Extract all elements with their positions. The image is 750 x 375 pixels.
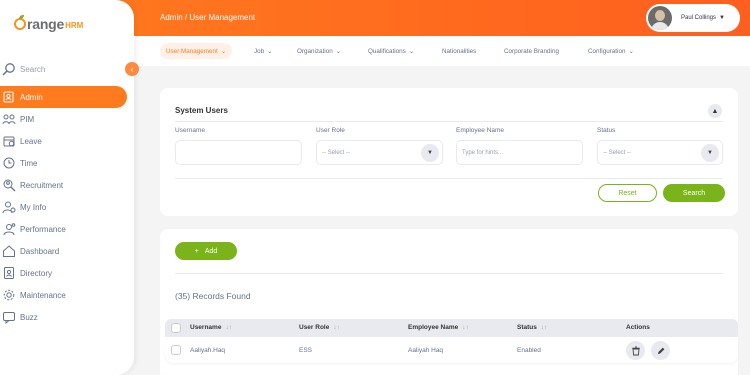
- pim-icon: [2, 114, 16, 125]
- divider: [175, 273, 723, 274]
- sidebar-item-buzz[interactable]: Buzz: [0, 306, 134, 328]
- leave-icon: [3, 136, 15, 147]
- user-role-label: User Role: [316, 127, 345, 134]
- my-info-icon: [2, 201, 16, 214]
- user-name: Paul Collings: [681, 15, 717, 21]
- cell-status: Enabled: [517, 347, 541, 354]
- records-count: (35) Records Found: [175, 291, 251, 301]
- breadcrumb: Admin / User Management: [160, 13, 256, 22]
- sidebar-item-recruitment[interactable]: Recruitment: [0, 174, 134, 196]
- column-employee-name[interactable]: Employee Name ↓↑: [408, 324, 469, 331]
- dashboard-icon: [3, 245, 15, 257]
- collapse-filter-toggle[interactable]: ▲: [708, 104, 722, 118]
- sidebar-item-admin[interactable]: Admin: [0, 86, 127, 108]
- admin-subnav: User Management ⌄ Job ⌄ Organization ⌄ Qual…: [134, 36, 750, 66]
- pencil-icon: [657, 347, 664, 354]
- records-card: + Add (35) Records Found Username ↓↑ User…: [160, 229, 738, 375]
- chevron-up-icon: ▲: [711, 107, 719, 115]
- tab-user-management[interactable]: User Management ⌄: [160, 43, 233, 59]
- admin-icon: [3, 91, 14, 103]
- performance-icon: [3, 223, 16, 236]
- divider: [175, 178, 723, 179]
- sidebar-item-pim[interactable]: PIM: [0, 108, 134, 130]
- cell-username: Aaliyah.Haq: [190, 347, 226, 354]
- sidebar-item-leave[interactable]: Leave: [0, 130, 134, 152]
- system-users-filter-card: System Users ▲ Username User Role -- Sel…: [160, 88, 738, 216]
- sidebar-search[interactable]: Search: [0, 60, 134, 78]
- column-actions: Actions: [626, 324, 650, 331]
- caret-down-icon: ▼: [701, 144, 719, 162]
- edit-button[interactable]: [651, 341, 670, 360]
- status-label: Status: [597, 127, 616, 134]
- search-icon: [2, 63, 15, 76]
- time-icon: [3, 157, 15, 169]
- employee-name-label: Employee Name: [456, 127, 505, 134]
- search-button[interactable]: Search: [663, 184, 725, 202]
- caret-down-icon: ▼: [421, 144, 439, 162]
- cell-employee-name: Aaliyah Haq: [408, 347, 444, 354]
- tab-configuration[interactable]: Configuration ⌄: [582, 43, 640, 59]
- tab-nationalities[interactable]: Nationalities: [436, 43, 482, 59]
- filter-title: System Users: [175, 106, 228, 115]
- row-checkbox[interactable]: [171, 345, 181, 355]
- recruitment-icon: [3, 179, 16, 192]
- buzz-icon: [3, 312, 15, 324]
- table-row[interactable]: Aaliyah.Haq ESS Aaliyah Haq Enabled: [165, 338, 738, 363]
- tab-job[interactable]: Job ⌄: [248, 43, 278, 59]
- select-all-checkbox[interactable]: [171, 323, 181, 333]
- column-username[interactable]: Username ↓↑: [190, 324, 232, 331]
- cell-user-role: ESS: [299, 347, 313, 354]
- username-input[interactable]: [175, 140, 302, 165]
- caret-down-icon: ▼: [719, 15, 725, 21]
- sort-icon: ↓↑: [540, 324, 548, 331]
- orangehrm-logo: range HRM: [14, 15, 83, 32]
- table-header: Username ↓↑ User Role ↓↑ Employee Name ↓↑ S…: [165, 319, 738, 337]
- plus-icon: +: [194, 247, 199, 255]
- directory-icon: [4, 267, 14, 279]
- tab-qualifications[interactable]: Qualifications ⌄: [362, 43, 420, 59]
- column-user-role[interactable]: User Role ↓↑: [299, 324, 340, 331]
- sidebar-item-maintenance[interactable]: Maintenance: [0, 284, 134, 306]
- sidebar-item-performance[interactable]: Performance: [0, 218, 134, 240]
- column-status[interactable]: Status ↓↑: [517, 324, 547, 331]
- trash-icon: [631, 346, 640, 355]
- sort-icon: ↓↑: [225, 324, 232, 331]
- delete-button[interactable]: [626, 341, 645, 360]
- sort-icon: ↓↑: [333, 324, 340, 331]
- add-user-button[interactable]: + Add: [175, 242, 237, 260]
- chevron-left-icon[interactable]: ‹: [125, 62, 139, 76]
- user-role-select[interactable]: -- Select -- ▼: [316, 140, 443, 165]
- table-row[interactable]: [165, 367, 738, 375]
- tab-organization[interactable]: Organization ⌄: [291, 43, 347, 59]
- avatar: [648, 6, 672, 30]
- sidebar-item-directory[interactable]: Directory: [0, 262, 134, 284]
- reset-button[interactable]: Reset: [598, 184, 657, 202]
- sidebar-nav: Admin PIM Leave Time Recruitment My Info…: [0, 86, 134, 328]
- status-select[interactable]: -- Select -- ▼: [597, 140, 723, 165]
- divider: [175, 121, 723, 122]
- user-dropdown[interactable]: Paul Collings ▼: [646, 4, 740, 32]
- sidebar-item-time[interactable]: Time: [0, 152, 134, 174]
- sort-icon: ↓↑: [462, 324, 469, 331]
- sidebar: range HRM Search Admin PIM Leave Time Re…: [0, 0, 134, 375]
- sidebar-item-my-info[interactable]: My Info: [0, 196, 134, 218]
- sidebar-item-dashboard[interactable]: Dashboard: [0, 240, 134, 262]
- username-label: Username: [175, 127, 205, 134]
- employee-name-input[interactable]: Type for hints...: [456, 140, 583, 165]
- tab-corporate-branding[interactable]: Corporate Branding: [498, 43, 565, 59]
- maintenance-icon: [3, 289, 15, 301]
